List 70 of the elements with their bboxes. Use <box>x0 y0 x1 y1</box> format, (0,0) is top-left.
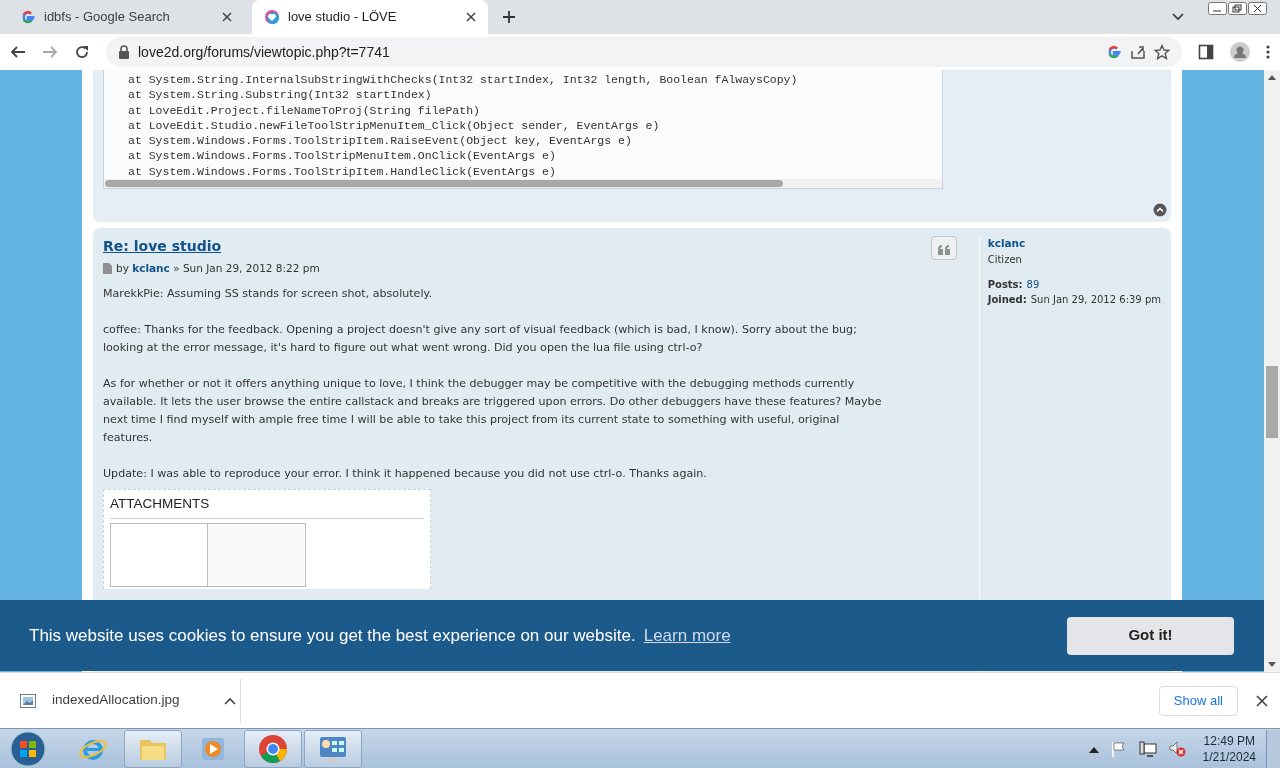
network-icon[interactable] <box>1138 740 1157 757</box>
clock-date: 1/21/2024 <box>1202 748 1256 765</box>
google-logo-icon[interactable] <box>1106 44 1122 60</box>
code-line: at System.Windows.Forms.ToolStripItem.RaiseEvent(Object key, EventArgs e) <box>127 133 633 149</box>
code-line: at LoveEdit.Project.fileNameToProj(String filePath) <box>127 102 481 118</box>
scroll-down-icon[interactable] <box>1268 662 1276 667</box>
code-line: at System.Windows.Forms.ToolStripItem.HandleClick(EventArgs e) <box>127 163 557 180</box>
scroll-up-icon[interactable] <box>1268 75 1276 80</box>
downloaded-file-name[interactable]: indexedAllocation.jpg <box>52 690 208 711</box>
code-line: at LoveEdit.Studio.newFileToolStripMenuItem_Click(Object sender, EventArgs e) <box>127 117 661 134</box>
byline: by kclanc » Sun Jan 29, 2012 8:22 pm <box>116 261 320 276</box>
clock-time: 12:49 PM <box>1202 732 1256 749</box>
vertical-scrollbar[interactable] <box>1264 70 1280 672</box>
tab-title: idbfs - Google Search <box>44 8 171 27</box>
window-controls-drawing[interactable] <box>1208 2 1268 16</box>
side-panel-icon[interactable] <box>1198 44 1214 60</box>
chrome-icon <box>258 733 288 764</box>
code-line: at System.String.Substring(Int32 startIndex) <box>127 87 433 103</box>
post-paragraph: Update: I was able to reproduce your error. I think it happened because you did not use ctrl-o. Thanks again. <box>103 465 708 482</box>
flag-icon[interactable] <box>1110 740 1127 757</box>
posts-label: Posts: <box>987 277 1023 292</box>
post-paragraph: MarekkPie: Assuming SS stands for screen shot, absolutely. <box>103 285 434 302</box>
scrollbar-thumb[interactable] <box>1266 366 1278 438</box>
joined-label: Joined: <box>987 292 1027 307</box>
browser-tab[interactable]: idbfs - Google Search <box>8 0 244 34</box>
lock-icon <box>118 45 130 59</box>
close-icon[interactable] <box>466 12 476 22</box>
quote-button[interactable] <box>930 236 957 260</box>
got-it-button[interactable]: Got it! <box>1067 616 1234 655</box>
attachments-heading: ATTACHMENTS <box>110 493 424 519</box>
taskbar-clock[interactable]: 12:49 PM 1/21/2024 <box>1202 732 1256 765</box>
screenshot-thumbnail[interactable] <box>110 523 306 587</box>
reload-icon[interactable] <box>74 44 90 60</box>
post-paragraph: coffee: Thanks for the feedback. Opening a project doesn't give any sort of visual feedback (which is bad, I know). Sorry about the bug; looking at the error message, it's hard to figure out what went wrong. Did you open the lua file using ctrl-o? <box>103 321 858 356</box>
new-tab-icon[interactable] <box>502 10 516 24</box>
username-link[interactable]: kclanc <box>987 236 1161 252</box>
heart-logo-icon <box>264 9 280 25</box>
cookie-message: This website uses cookies to ensure you get the best experience on our website. <box>29 624 636 647</box>
user-rank: Citizen <box>987 252 1023 267</box>
image-file-icon <box>20 693 36 708</box>
chevron-down-icon[interactable] <box>1172 13 1184 21</box>
browser-tab[interactable]: love studio - LÖVE <box>252 0 488 34</box>
show-all-button[interactable]: Show all <box>1158 685 1238 716</box>
menu-icon[interactable] <box>1266 44 1270 60</box>
quote-icon <box>937 244 950 255</box>
chevron-up-icon[interactable] <box>224 696 236 705</box>
back-icon[interactable] <box>10 44 26 60</box>
joined-date: Sun Jan 29, 2012 6:39 pm <box>1030 292 1161 307</box>
back-to-top-icon[interactable] <box>1153 203 1167 217</box>
post-paragraph: As for whether or not it offers anything unique to love, I think the debugger may be competitive with the debugging methods currently available. It lets the user browse the entire callstack and breaks are triggered upon errors. Do other debuggers have these features? Maybe next time I find myself with ample free time I will be able to take this project from its current state to something with useful, original features. <box>103 375 883 446</box>
learn-more-link[interactable]: Learn more <box>643 622 731 649</box>
taskbar-button[interactable] <box>244 729 302 768</box>
share-icon[interactable] <box>1130 44 1146 60</box>
google-logo-icon <box>20 9 36 25</box>
address-bar[interactable]: love2d.org/forums/viewtopic.php?t=7741 <box>106 37 1182 67</box>
taskbar-button[interactable] <box>304 729 362 768</box>
horizontal-scrollbar[interactable] <box>104 179 942 188</box>
code-line: at System.String.InternalSubStringWithChecks(Int32 startIndex, Int32 length, Boolean fAlwaysCopy) <box>127 72 799 88</box>
url-text: love2d.org/forums/viewtopic.php?t=7741 <box>138 42 391 62</box>
tab-title: love studio - LÖVE <box>288 8 398 27</box>
document-icon <box>103 263 112 275</box>
profile-icon[interactable] <box>1230 42 1250 62</box>
post-title-link[interactable]: Re: love studio <box>103 236 889 257</box>
close-icon[interactable] <box>1256 694 1268 707</box>
star-icon[interactable] <box>1154 44 1170 60</box>
author-link[interactable]: kclanc <box>132 262 170 274</box>
close-icon[interactable] <box>222 12 232 22</box>
muted-speaker-icon[interactable] <box>1168 740 1187 757</box>
code-line: at System.Windows.Forms.ToolStripMenuItem.OnClick(EventArgs e) <box>127 148 557 164</box>
posts-count-link[interactable]: 89 <box>1026 276 1040 292</box>
